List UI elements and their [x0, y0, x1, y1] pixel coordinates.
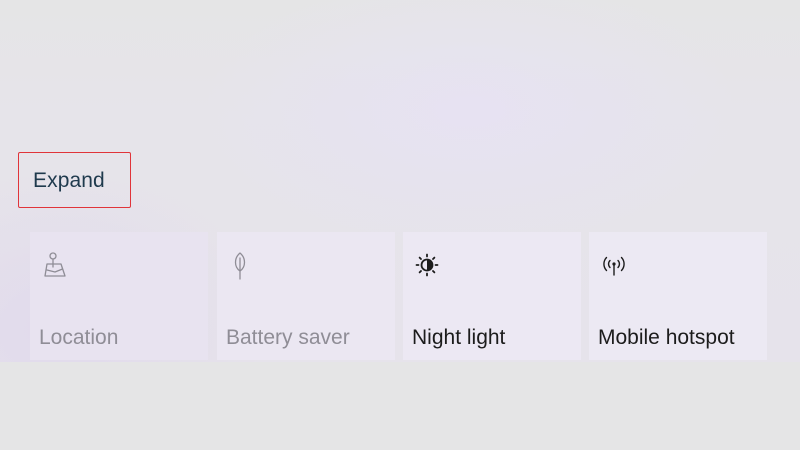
location-icon: [38, 248, 72, 282]
tile-location-label: Location: [39, 326, 119, 349]
background-area: [0, 362, 800, 450]
brightness-icon: [411, 248, 445, 282]
tile-location[interactable]: Location: [30, 232, 208, 360]
tile-battery-saver-label: Battery saver: [226, 326, 350, 349]
tile-battery-saver[interactable]: Battery saver: [217, 232, 395, 360]
tile-night-light-label: Night light: [412, 326, 506, 349]
tile-mobile-hotspot-label: Mobile hotspot: [598, 326, 735, 349]
quick-actions-grid: Location Battery saver Night light Mobil…: [30, 232, 768, 360]
tile-night-light[interactable]: Night light: [403, 232, 581, 360]
expand-label: Expand: [33, 169, 105, 192]
hotspot-icon: [597, 248, 631, 282]
expand-button[interactable]: Expand: [18, 152, 131, 208]
tile-mobile-hotspot[interactable]: Mobile hotspot: [589, 232, 767, 360]
leaf-icon: [225, 248, 259, 282]
